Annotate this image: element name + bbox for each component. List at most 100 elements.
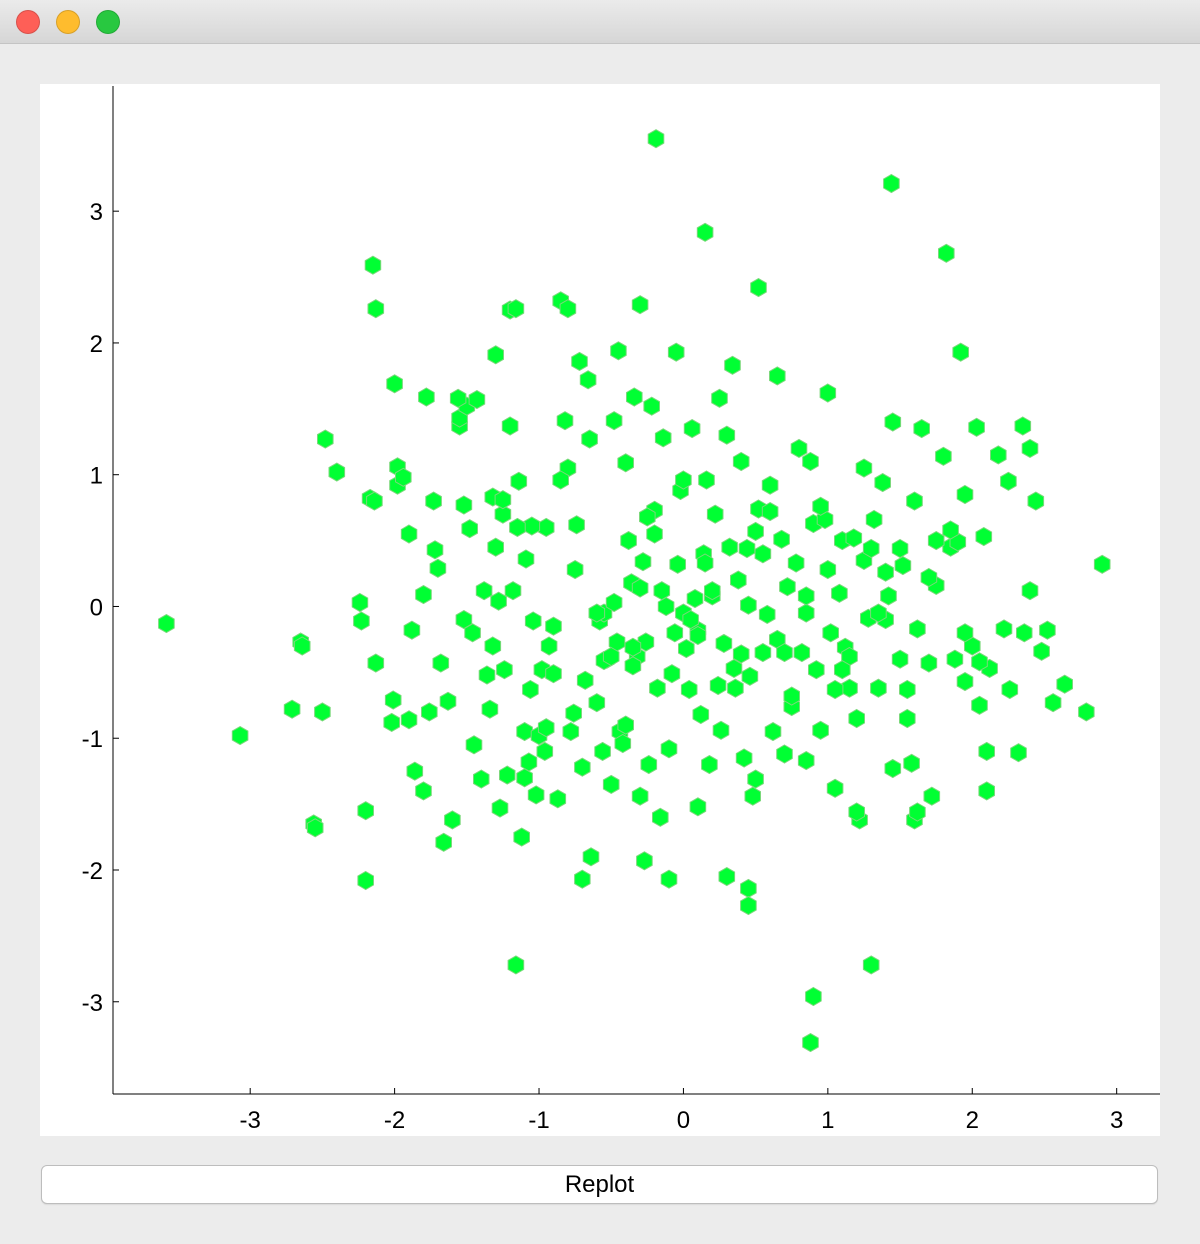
data-point xyxy=(946,649,964,669)
data-point xyxy=(475,581,493,601)
data-point xyxy=(357,801,374,821)
data-point xyxy=(747,521,764,541)
data-point xyxy=(675,470,692,490)
data-point xyxy=(537,718,555,738)
data-point xyxy=(574,757,591,777)
data-point xyxy=(306,818,324,838)
data-point xyxy=(602,646,620,667)
data-point xyxy=(938,243,955,263)
data-point xyxy=(523,516,541,536)
data-point xyxy=(605,411,623,431)
data-point xyxy=(942,520,959,540)
data-point xyxy=(663,664,681,684)
data-point xyxy=(468,390,486,410)
data-point xyxy=(624,637,642,657)
data-point xyxy=(935,446,952,466)
data-point xyxy=(594,741,611,761)
data-point xyxy=(730,570,747,590)
data-point xyxy=(1016,623,1033,643)
data-point xyxy=(1027,491,1045,511)
y-tick-label: 1 xyxy=(90,463,103,490)
data-point xyxy=(406,761,424,781)
zoom-window-button[interactable] xyxy=(96,10,120,34)
data-point xyxy=(610,341,627,361)
data-point xyxy=(696,553,714,573)
data-point xyxy=(1014,416,1032,436)
data-point xyxy=(689,797,707,817)
data-point xyxy=(484,636,502,656)
data-point xyxy=(862,955,880,975)
data-point xyxy=(556,411,574,431)
data-point xyxy=(364,255,382,275)
data-point xyxy=(899,708,916,729)
data-point xyxy=(537,517,555,537)
data-point xyxy=(822,623,839,643)
data-point xyxy=(501,416,519,436)
data-point xyxy=(802,451,819,472)
data-point xyxy=(1033,641,1050,661)
data-point xyxy=(383,712,400,732)
data-point xyxy=(841,678,858,698)
data-point xyxy=(750,278,767,298)
data-point xyxy=(740,896,757,916)
data-point xyxy=(566,560,584,580)
data-point xyxy=(848,802,865,822)
data-point xyxy=(826,679,844,700)
data-point xyxy=(602,774,620,794)
data-point xyxy=(701,755,718,775)
data-point xyxy=(683,419,701,439)
data-point xyxy=(624,656,642,676)
y-tick-label: 3 xyxy=(90,199,103,226)
data-point xyxy=(653,581,671,601)
data-point xyxy=(754,544,772,564)
data-point xyxy=(499,765,516,785)
replot-button[interactable]: Replot xyxy=(41,1165,1158,1204)
data-point xyxy=(465,735,483,755)
data-point xyxy=(400,524,418,544)
data-point xyxy=(715,633,733,653)
data-point xyxy=(367,653,385,673)
data-point xyxy=(435,832,452,852)
data-point xyxy=(617,453,634,473)
data-point xyxy=(689,625,707,646)
data-point xyxy=(478,665,496,685)
data-point xyxy=(509,517,526,537)
data-point xyxy=(773,529,790,549)
data-point xyxy=(975,527,993,547)
data-point xyxy=(520,752,538,772)
data-point xyxy=(579,370,597,390)
data-point xyxy=(636,851,653,871)
scatter-plot: -3 -2 -1 0 1 2 3 -3 -2 -1 0 1 2 3 xyxy=(82,86,1160,1134)
data-point xyxy=(1021,438,1039,458)
data-point xyxy=(978,781,995,801)
data-point xyxy=(626,387,643,407)
close-window-button[interactable] xyxy=(16,10,40,34)
data-point xyxy=(740,878,757,898)
data-point xyxy=(855,458,873,478)
data-point xyxy=(432,653,450,673)
y-tick-label: -3 xyxy=(82,990,103,1017)
data-point xyxy=(634,552,652,572)
data-point xyxy=(425,491,442,511)
data-point xyxy=(923,786,941,806)
data-point xyxy=(562,722,580,742)
data-point xyxy=(913,419,930,439)
y-tick-label: 2 xyxy=(90,331,103,358)
data-point xyxy=(894,556,912,576)
plot-canvas: -3 -2 -1 0 1 2 3 -3 -2 -1 0 1 2 3 xyxy=(40,84,1160,1136)
data-point xyxy=(891,649,909,669)
data-point xyxy=(357,870,374,891)
data-point xyxy=(639,507,656,527)
data-point xyxy=(522,679,539,700)
minimize-window-button[interactable] xyxy=(56,10,80,34)
data-point xyxy=(927,531,945,551)
data-point xyxy=(620,531,637,551)
data-point xyxy=(698,470,715,490)
data-point xyxy=(812,496,829,516)
data-point xyxy=(740,595,757,615)
data-point xyxy=(831,583,848,603)
data-point xyxy=(559,299,577,319)
data-point xyxy=(582,847,600,867)
data-point xyxy=(680,679,698,700)
data-point xyxy=(415,781,432,801)
